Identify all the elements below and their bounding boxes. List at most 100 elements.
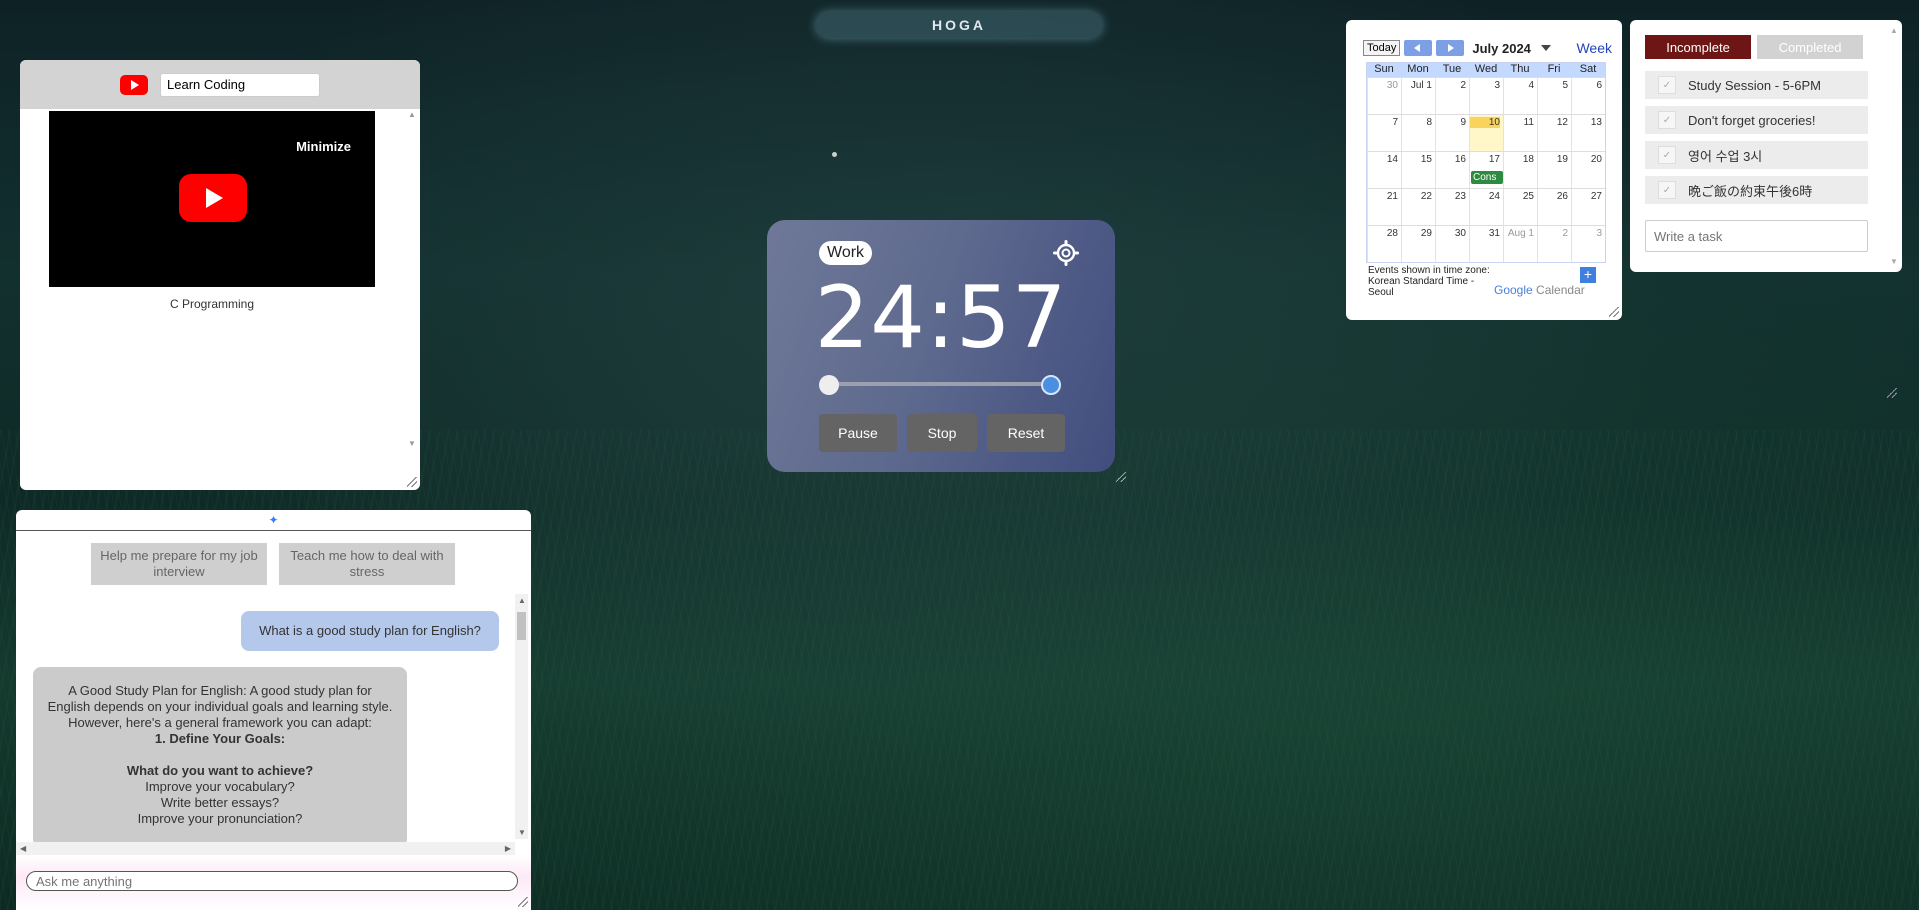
tab-completed[interactable]: Completed bbox=[1757, 35, 1863, 59]
chat-vertical-scrollbar[interactable]: ▲ ▼ bbox=[515, 594, 528, 839]
chat-horizontal-scrollbar[interactable]: ◀ ▶ bbox=[16, 842, 515, 855]
scroll-left-icon[interactable]: ◀ bbox=[20, 844, 26, 853]
calendar-week-view-tab[interactable]: Week bbox=[1576, 40, 1612, 56]
weekday-label: Wed bbox=[1474, 63, 1498, 75]
timer-resize-handle-icon[interactable] bbox=[1116, 472, 1126, 482]
calendar-day[interactable]: 23 bbox=[1435, 189, 1469, 225]
calendar-day[interactable]: 21 bbox=[1367, 189, 1401, 225]
background-light bbox=[832, 152, 837, 157]
checkbox-icon[interactable]: ✓ bbox=[1658, 76, 1676, 94]
calendar-day[interactable]: Aug 1 bbox=[1503, 226, 1537, 262]
suggestion-interview-button[interactable]: Help me prepare for my job interview bbox=[91, 543, 267, 585]
weekday-label: Sat bbox=[1579, 63, 1597, 75]
calendar-day[interactable]: 19 bbox=[1537, 152, 1571, 188]
calendar-day-number: 10 bbox=[1470, 117, 1500, 128]
calendar-day[interactable]: 24 bbox=[1469, 189, 1503, 225]
new-task-input[interactable] bbox=[1645, 220, 1868, 252]
calendar-day[interactable]: 30 bbox=[1367, 78, 1401, 114]
calendar-day[interactable]: 11 bbox=[1503, 115, 1537, 151]
chat-input-area bbox=[16, 855, 531, 910]
calendar-day[interactable]: 25 bbox=[1503, 189, 1537, 225]
scroll-down-icon[interactable]: ▼ bbox=[518, 828, 526, 837]
pause-button[interactable]: Pause bbox=[819, 414, 897, 452]
scrollbar-thumb[interactable] bbox=[517, 612, 526, 640]
youtube-scrollbar[interactable]: ▲ ▼ bbox=[406, 110, 418, 470]
calendar-wordmark: Calendar bbox=[1536, 283, 1585, 297]
calendar-day[interactable]: 18 bbox=[1503, 152, 1537, 188]
brand-name: HOGA bbox=[932, 17, 986, 33]
checkbox-icon[interactable]: ✓ bbox=[1658, 111, 1676, 129]
calendar-day[interactable]: 6 bbox=[1571, 78, 1605, 114]
tab-incomplete[interactable]: Incomplete bbox=[1645, 35, 1751, 59]
todo-resize-handle-icon[interactable] bbox=[1887, 388, 1897, 398]
calendar-weekday-header: Sun Mon Tue Wed Thu Fri Sat bbox=[1367, 63, 1605, 77]
ai-chat-widget: ✦ Help me prepare for my job interview T… bbox=[16, 510, 531, 910]
timer-slider-end-handle[interactable] bbox=[1041, 375, 1061, 395]
suggestion-stress-button[interactable]: Teach me how to deal with stress bbox=[279, 543, 455, 585]
timer-mode-badge[interactable]: Work bbox=[819, 241, 873, 265]
todo-item[interactable]: ✓ Don't forget groceries! bbox=[1645, 106, 1868, 134]
calendar-day[interactable]: 28 bbox=[1367, 226, 1401, 262]
calendar-day[interactable]: 30 bbox=[1435, 226, 1469, 262]
reset-button[interactable]: Reset bbox=[987, 414, 1065, 452]
weekday-label: Mon bbox=[1407, 63, 1429, 75]
calendar-day[interactable]: 13 bbox=[1571, 115, 1605, 151]
calendar-day[interactable]: 2 bbox=[1537, 226, 1571, 262]
chat-input[interactable] bbox=[26, 871, 518, 891]
calendar-day[interactable]: 7 bbox=[1367, 115, 1401, 151]
calendar-day[interactable]: 31 bbox=[1469, 226, 1503, 262]
calendar-day[interactable]: Jul 1 bbox=[1401, 78, 1435, 114]
calendar-day[interactable]: 3 bbox=[1469, 78, 1503, 114]
calendar-day[interactable]: 26 bbox=[1537, 189, 1571, 225]
calendar-day[interactable]: 20 bbox=[1571, 152, 1605, 188]
play-icon[interactable] bbox=[179, 174, 247, 222]
todo-item-label: 晩ご飯の約束午後6時 bbox=[1688, 183, 1813, 199]
calendar-day-today[interactable]: 10 bbox=[1469, 115, 1503, 151]
todo-item[interactable]: ✓ 영어 수업 3시 bbox=[1645, 141, 1868, 169]
calendar-day[interactable]: 9 bbox=[1435, 115, 1469, 151]
calendar-day[interactable]: 14 bbox=[1367, 152, 1401, 188]
google-calendar-logo[interactable]: Google Calendar bbox=[1494, 283, 1585, 297]
todo-scrollbar[interactable]: ▲ ▼ bbox=[1888, 26, 1900, 266]
todo-item-label: Study Session - 5-6PM bbox=[1688, 77, 1821, 93]
checkbox-icon[interactable]: ✓ bbox=[1658, 181, 1676, 199]
calendar-day[interactable]: 15 bbox=[1401, 152, 1435, 188]
calendar-month-dropdown-icon[interactable] bbox=[1540, 45, 1551, 51]
chat-resize-handle-icon[interactable] bbox=[518, 897, 528, 907]
resize-handle-icon[interactable] bbox=[407, 477, 417, 487]
timer-slider-start-handle[interactable] bbox=[819, 375, 839, 395]
calendar-event[interactable]: Cons bbox=[1471, 171, 1503, 184]
todo-item[interactable]: ✓ 晩ご飯の約束午後6時 bbox=[1645, 176, 1868, 204]
todo-list: ✓ Study Session - 5-6PM ✓ Don't forget g… bbox=[1645, 71, 1868, 211]
calendar-day[interactable]: 22 bbox=[1401, 189, 1435, 225]
settings-icon[interactable] bbox=[1053, 240, 1079, 266]
checkbox-icon[interactable]: ✓ bbox=[1658, 146, 1676, 164]
todo-item[interactable]: ✓ Study Session - 5-6PM bbox=[1645, 71, 1868, 99]
calendar-week-row: 28 29 30 31 Aug 1 2 3 bbox=[1367, 225, 1605, 262]
calendar-day[interactable]: 27 bbox=[1571, 189, 1605, 225]
calendar-day[interactable]: 12 bbox=[1537, 115, 1571, 151]
youtube-search-input[interactable] bbox=[160, 72, 320, 97]
scroll-up-icon[interactable]: ▲ bbox=[518, 596, 526, 605]
calendar-day[interactable]: 8 bbox=[1401, 115, 1435, 151]
video-player[interactable]: Minimize bbox=[49, 111, 375, 287]
timer-slider-track[interactable] bbox=[829, 382, 1051, 386]
calendar-resize-handle-icon[interactable] bbox=[1609, 307, 1619, 317]
youtube-widget: Minimize C Programming ▲▼ bbox=[20, 60, 420, 490]
add-calendar-icon[interactable]: + bbox=[1580, 267, 1596, 283]
minimize-button[interactable]: Minimize bbox=[296, 139, 351, 154]
scroll-right-icon[interactable]: ▶ bbox=[505, 844, 511, 853]
calendar-timezone-note: Events shown in time zone: Korean Standa… bbox=[1368, 265, 1490, 298]
stop-button[interactable]: Stop bbox=[907, 414, 977, 452]
sparkle-icon: ✦ bbox=[16, 510, 531, 531]
calendar-day-with-event[interactable]: 17 Cons bbox=[1469, 152, 1503, 188]
calendar-today-button[interactable]: Today bbox=[1363, 40, 1401, 56]
calendar-prev-icon[interactable] bbox=[1404, 40, 1433, 56]
calendar-next-icon[interactable] bbox=[1436, 40, 1465, 56]
calendar-day[interactable]: 3 bbox=[1571, 226, 1605, 262]
calendar-day[interactable]: 5 bbox=[1537, 78, 1571, 114]
calendar-day[interactable]: 2 bbox=[1435, 78, 1469, 114]
calendar-day[interactable]: 29 bbox=[1401, 226, 1435, 262]
calendar-day[interactable]: 16 bbox=[1435, 152, 1469, 188]
calendar-day[interactable]: 4 bbox=[1503, 78, 1537, 114]
